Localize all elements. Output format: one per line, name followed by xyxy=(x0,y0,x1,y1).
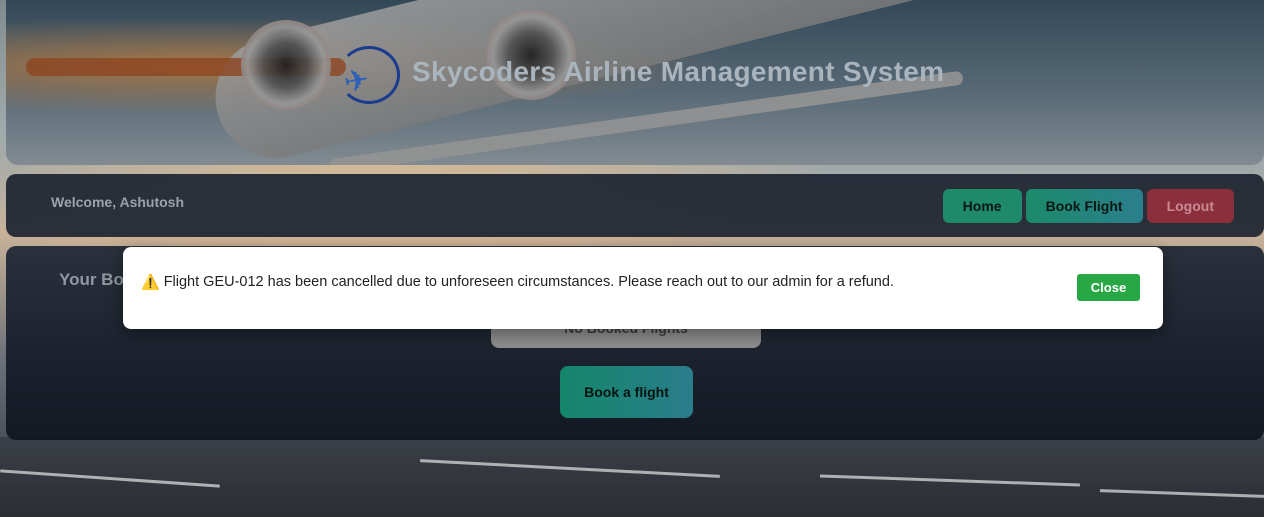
book-a-flight-button[interactable]: Book a flight xyxy=(560,366,693,418)
header-banner: ✈ Skycoders Airline Management System xyxy=(6,0,1264,165)
nav-buttons: Home Book Flight Logout xyxy=(942,189,1234,223)
bookings-title: Your Bo xyxy=(59,270,124,289)
welcome-text: Welcome, Ashutosh xyxy=(51,194,185,210)
warning-icon: ⚠️ xyxy=(141,274,160,291)
brand: ✈ Skycoders Airline Management System xyxy=(334,44,945,104)
airline-logo-icon: ✈ xyxy=(334,44,400,104)
runway-background xyxy=(0,437,1264,517)
book-flight-button[interactable]: Book Flight xyxy=(1025,189,1143,223)
home-button[interactable]: Home xyxy=(942,189,1022,223)
alert-text: Flight GEU-012 has been cancelled due to… xyxy=(163,274,894,290)
close-button[interactable]: Close xyxy=(1077,274,1140,301)
page-title: Skycoders Airline Management System xyxy=(412,56,945,87)
logout-button[interactable]: Logout xyxy=(1146,189,1234,223)
navbar: Welcome, Ashutosh Home Book Flight Logou… xyxy=(6,174,1264,237)
cancellation-alert-modal: ⚠️ Flight GEU-012 has been cancelled due… xyxy=(123,247,1163,329)
alert-message: ⚠️ Flight GEU-012 has been cancelled due… xyxy=(141,273,894,291)
